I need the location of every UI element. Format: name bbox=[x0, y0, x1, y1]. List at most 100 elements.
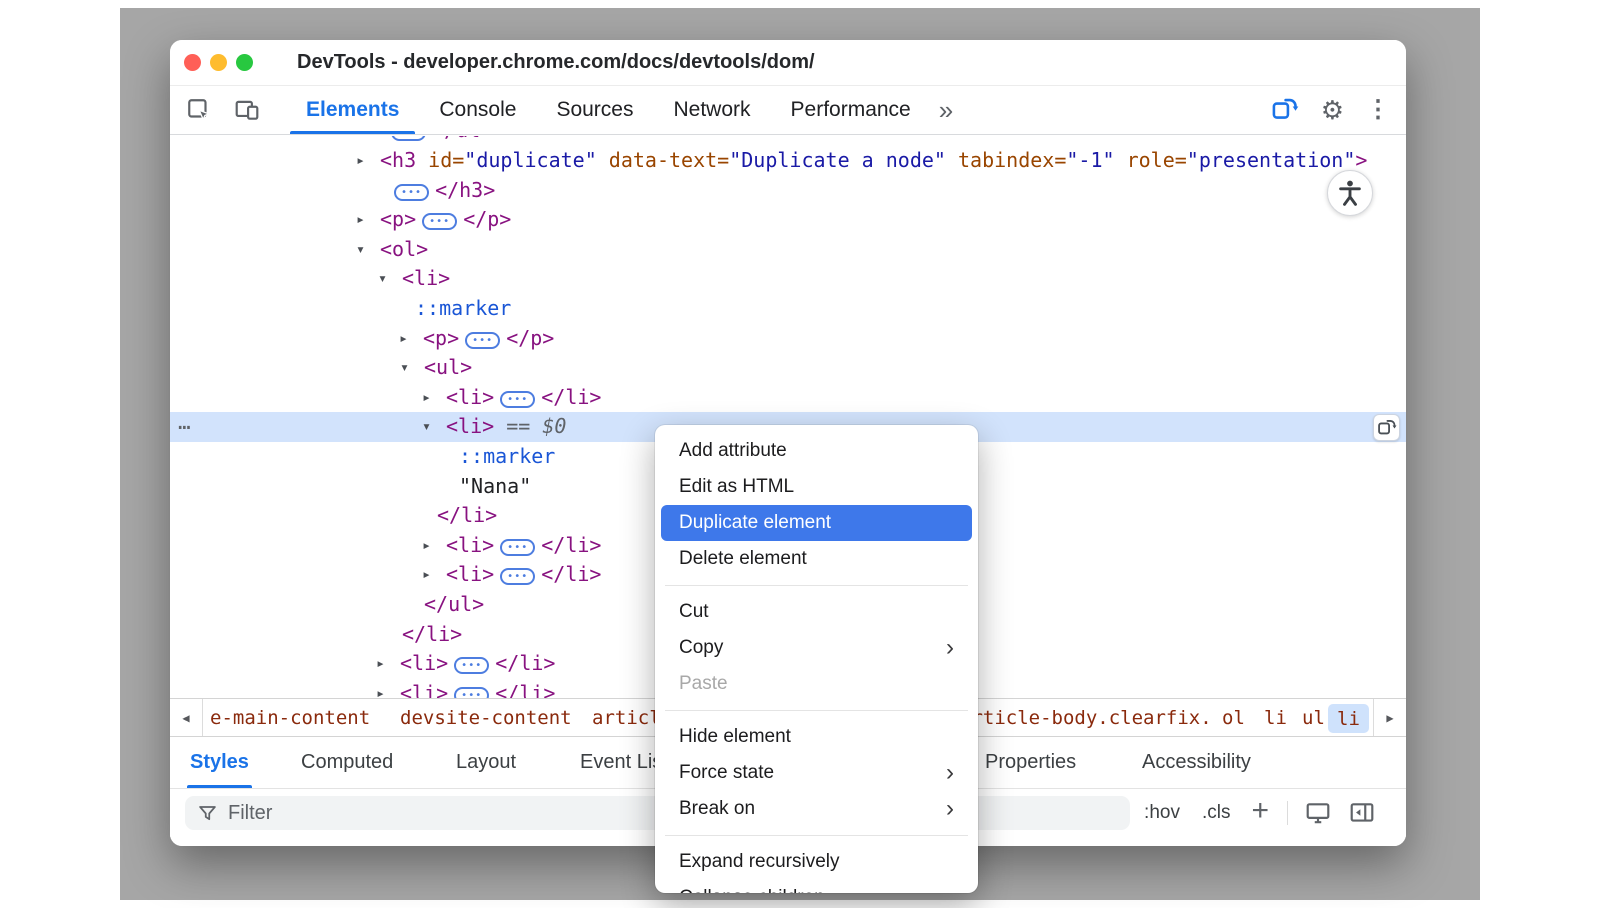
expand-arrow-icon[interactable]: ▸ bbox=[399, 324, 408, 354]
expand-arrow-icon[interactable]: ▸ bbox=[356, 146, 365, 176]
menu-item-label: Expand recursively bbox=[679, 851, 840, 873]
expand-arrow-icon[interactable]: ▸ bbox=[356, 205, 365, 235]
dom-tree-row[interactable]: ▾ <ol> bbox=[170, 235, 1406, 265]
collapse-arrow-icon[interactable]: ▾ bbox=[422, 412, 431, 442]
dom-tree-row[interactable]: •••</h3> bbox=[170, 176, 1406, 206]
styles-tab-styles[interactable]: Styles bbox=[190, 737, 249, 788]
more-options-kebab-icon[interactable]: ⋮ bbox=[1366, 98, 1390, 122]
dom-token-tag: </li> bbox=[437, 503, 497, 527]
dom-token-tag: <li> bbox=[400, 651, 448, 675]
tab-elements[interactable]: Elements bbox=[286, 86, 419, 134]
submenu-chevron-icon: › bbox=[946, 636, 954, 660]
accessibility-person-icon[interactable] bbox=[1327, 170, 1373, 216]
device-toolbar-icon[interactable] bbox=[234, 97, 260, 123]
more-tabs-icon[interactable]: » bbox=[931, 86, 959, 134]
square-with-arrow-icon[interactable] bbox=[1271, 96, 1299, 124]
menu-item-expand-recursively[interactable]: Expand recursively bbox=[655, 844, 978, 880]
styles-tab-computed[interactable]: Computed bbox=[301, 737, 393, 788]
dom-token-tag: <ol> bbox=[380, 237, 428, 261]
dom-token-tag: <ul> bbox=[424, 355, 472, 379]
expand-arrow-icon[interactable]: ▸ bbox=[422, 383, 431, 413]
menu-item-collapse-children[interactable]: Collapse children bbox=[655, 880, 978, 893]
menu-item-add-attribute[interactable]: Add attribute bbox=[655, 433, 978, 469]
tab-sources[interactable]: Sources bbox=[536, 86, 653, 134]
menu-item-label: Paste bbox=[679, 673, 728, 695]
menu-item-delete-element[interactable]: Delete element bbox=[655, 541, 978, 577]
panel-tabs: ElementsConsoleSourcesNetworkPerformance bbox=[286, 86, 931, 134]
breadcrumb-scroll-right-icon[interactable]: ▶ bbox=[1373, 699, 1406, 736]
dom-token-tag: <p> bbox=[423, 326, 459, 350]
dom-token-tag: <h3 bbox=[380, 148, 416, 172]
settings-gear-icon[interactable]: ⚙ bbox=[1321, 97, 1344, 123]
menu-item-label: Cut bbox=[679, 601, 709, 623]
dom-token-val: "presentation" bbox=[1187, 148, 1356, 172]
divider bbox=[1287, 801, 1288, 825]
dom-tree-row[interactable]: ▾ <ul> bbox=[170, 353, 1406, 383]
toggle-pseudo-states-button[interactable]: :hov bbox=[1133, 802, 1191, 824]
expand-arrow-icon[interactable]: ▸ bbox=[376, 649, 385, 679]
collapsed-content-icon[interactable]: ••• bbox=[500, 539, 535, 556]
tab-performance[interactable]: Performance bbox=[771, 86, 931, 134]
dom-token-tag: </p> bbox=[463, 207, 511, 231]
collapsed-content-icon[interactable]: ••• bbox=[454, 687, 489, 698]
styles-tab-accessibility[interactable]: Accessibility bbox=[1142, 737, 1251, 788]
toggle-sidebar-icon[interactable] bbox=[1340, 800, 1384, 826]
menu-item-duplicate-element[interactable]: Duplicate element bbox=[661, 505, 972, 541]
collapsed-content-icon[interactable]: ••• bbox=[465, 332, 500, 349]
styles-tab-layout[interactable]: Layout bbox=[456, 737, 516, 788]
close-window-button[interactable] bbox=[184, 54, 201, 71]
zoom-window-button[interactable] bbox=[236, 54, 253, 71]
breadcrumb-item[interactable]: article-body.clearfix. bbox=[960, 699, 1212, 736]
dom-tree-row[interactable]: ▸<p>•••</p> bbox=[170, 324, 1406, 354]
menu-item-edit-as-html[interactable]: Edit as HTML bbox=[655, 469, 978, 505]
collapse-arrow-icon[interactable]: ▾ bbox=[378, 264, 387, 294]
menu-item-copy[interactable]: Copy› bbox=[655, 630, 978, 666]
collapsed-content-icon[interactable]: ••• bbox=[500, 568, 535, 585]
node-more-actions-icon[interactable]: ⋯ bbox=[178, 412, 191, 442]
submenu-chevron-icon: › bbox=[946, 761, 954, 785]
dom-tree-row[interactable]: ▾<li> bbox=[170, 264, 1406, 294]
dom-tree-row[interactable]: ::marker bbox=[170, 294, 1406, 324]
rendering-emulations-icon[interactable] bbox=[1296, 800, 1340, 826]
dom-tree-row[interactable]: ▸<p>•••</p> bbox=[170, 205, 1406, 235]
submenu-chevron-icon: › bbox=[946, 797, 954, 821]
dom-token-tag: </li> bbox=[402, 622, 462, 646]
dom-tree-row[interactable]: ••• </ul> bbox=[170, 136, 1406, 146]
minimize-window-button[interactable] bbox=[210, 54, 227, 71]
dom-token-attr: role= bbox=[1115, 148, 1187, 172]
menu-item-label: Add attribute bbox=[679, 440, 787, 462]
expand-arrow-icon[interactable]: ▸ bbox=[422, 531, 431, 561]
dom-token-tag: </ul> bbox=[432, 136, 492, 142]
tab-console[interactable]: Console bbox=[419, 86, 536, 134]
collapsed-content-icon[interactable]: ••• bbox=[500, 391, 535, 408]
devtools-toolbar: ElementsConsoleSourcesNetworkPerformance… bbox=[170, 86, 1406, 135]
dom-tree-row[interactable]: ▸<li>•••</li> bbox=[170, 383, 1406, 413]
breadcrumb-item[interactable]: ul bbox=[1302, 699, 1325, 736]
square-with-arrow-badge-icon[interactable] bbox=[1373, 414, 1400, 441]
menu-item-break-on[interactable]: Break on› bbox=[655, 791, 978, 827]
breadcrumb-item[interactable]: e-main-content bbox=[210, 699, 370, 736]
collapse-arrow-icon[interactable]: ▾ bbox=[400, 353, 409, 383]
expand-arrow-icon[interactable]: ▸ bbox=[376, 679, 385, 698]
dom-tree-row[interactable]: ▸<h3 id="duplicate" data-text="Duplicate… bbox=[170, 146, 1406, 176]
dom-token-marker: ::marker bbox=[415, 296, 511, 320]
collapsed-content-icon[interactable]: ••• bbox=[422, 213, 457, 230]
expand-arrow-icon[interactable]: ▸ bbox=[422, 560, 431, 590]
menu-item-cut[interactable]: Cut bbox=[655, 594, 978, 630]
breadcrumb-scroll-left-icon[interactable]: ◀ bbox=[170, 699, 203, 736]
styles-tab-properties[interactable]: Properties bbox=[985, 737, 1076, 788]
breadcrumb-item[interactable]: li bbox=[1264, 699, 1287, 736]
collapse-arrow-icon[interactable]: ▾ bbox=[356, 235, 365, 265]
collapsed-content-icon[interactable]: ••• bbox=[391, 136, 426, 141]
breadcrumb-item-selected[interactable]: li bbox=[1328, 704, 1369, 733]
inspect-element-icon[interactable] bbox=[186, 97, 212, 123]
breadcrumb-item[interactable]: ol bbox=[1222, 699, 1245, 736]
menu-item-hide-element[interactable]: Hide element bbox=[655, 719, 978, 755]
breadcrumb-item[interactable]: devsite-content bbox=[400, 699, 572, 736]
tab-network[interactable]: Network bbox=[653, 86, 770, 134]
collapsed-content-icon[interactable]: ••• bbox=[454, 657, 489, 674]
collapsed-content-icon[interactable]: ••• bbox=[394, 184, 429, 201]
toggle-classes-button[interactable]: .cls bbox=[1191, 802, 1242, 824]
new-style-rule-button[interactable]: + bbox=[1241, 794, 1279, 832]
menu-item-force-state[interactable]: Force state› bbox=[655, 755, 978, 791]
